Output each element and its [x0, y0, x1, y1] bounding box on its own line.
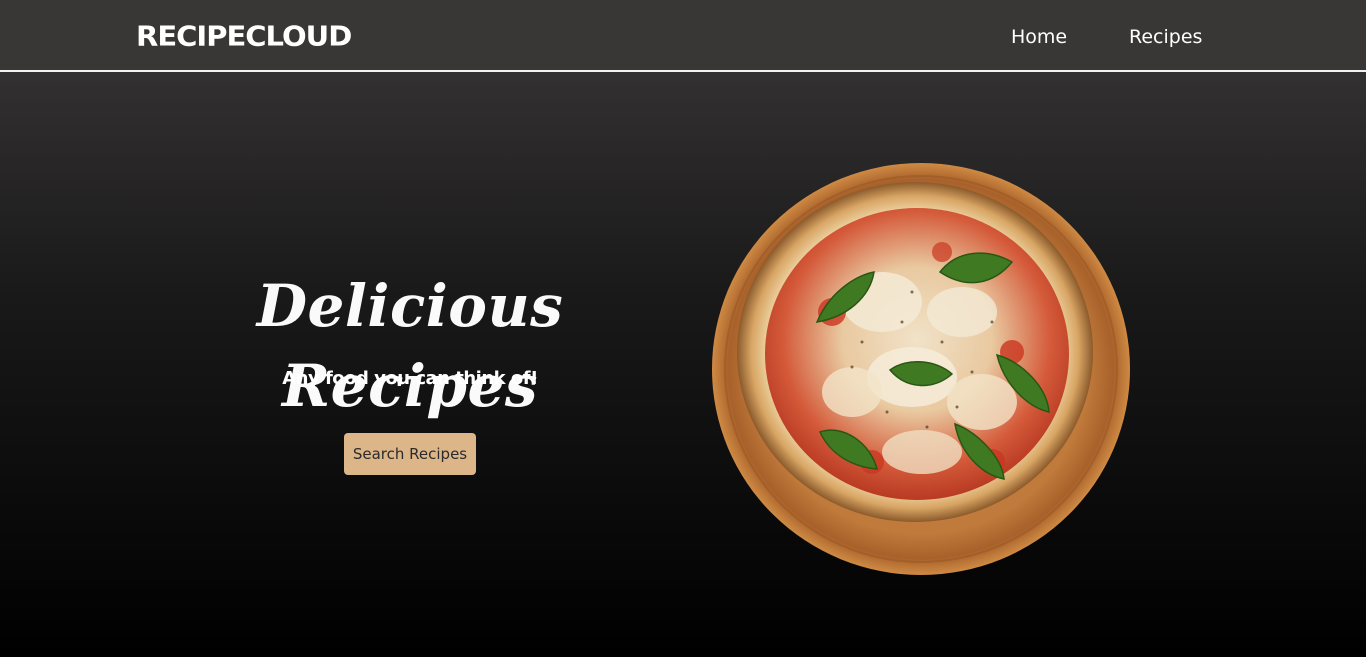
pizza-illustration: [712, 163, 1130, 575]
search-recipes-button[interactable]: Search Recipes: [344, 433, 476, 475]
navbar: RecipeCloud Home Recipes: [0, 0, 1366, 70]
hero-title: Delicious Recipes: [256, 272, 564, 420]
nav-home-link[interactable]: Home: [1011, 24, 1067, 50]
brand-logo[interactable]: RecipeCloud: [136, 17, 352, 55]
navbar-divider: [0, 70, 1366, 72]
nav-recipes-link[interactable]: Recipes: [1129, 24, 1202, 50]
hero-subtitle: Any food you can think of!: [282, 368, 538, 389]
pizza-image: [712, 162, 1132, 577]
